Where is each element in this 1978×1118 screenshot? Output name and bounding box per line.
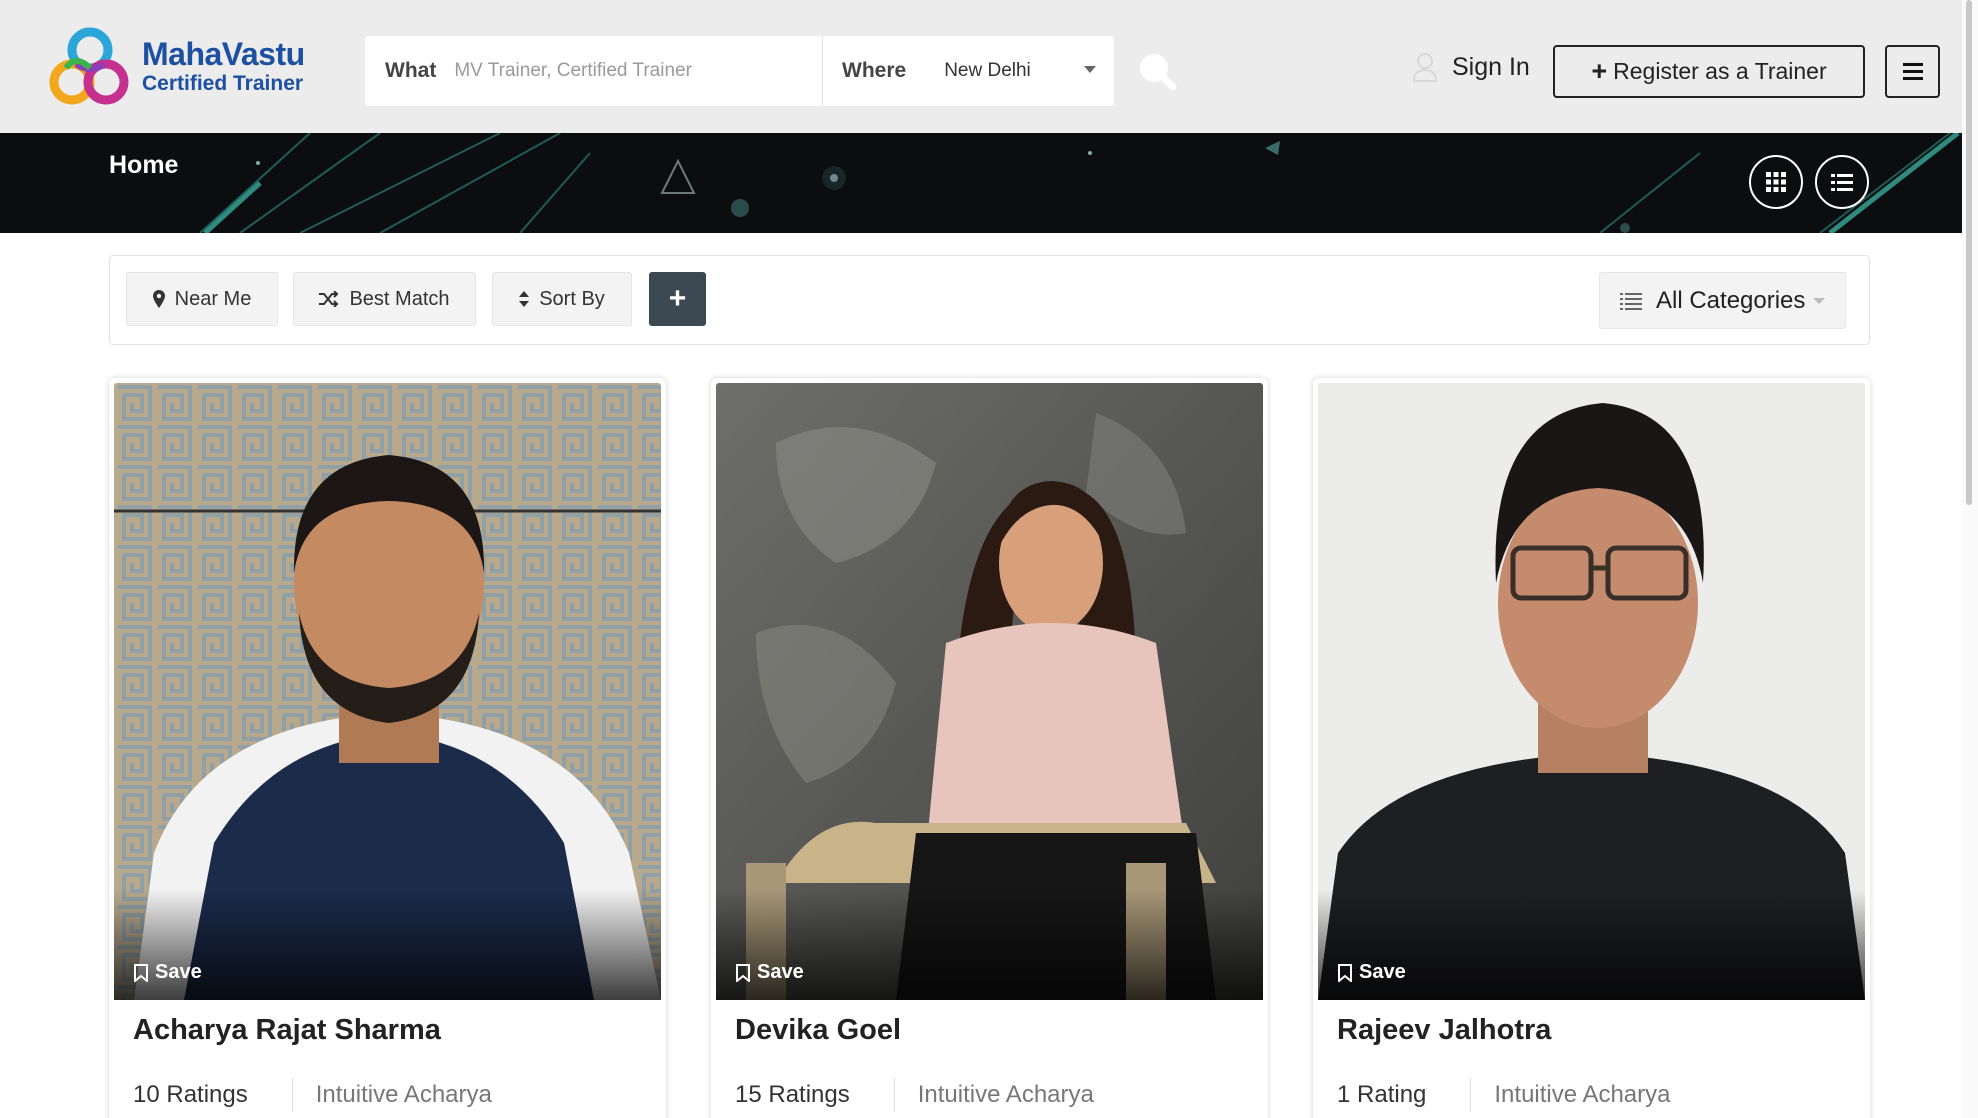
caret-down-icon (1084, 66, 1096, 73)
save-button[interactable]: Save (736, 961, 804, 984)
best-match-button[interactable]: Best Match (293, 272, 476, 326)
register-trainer-button[interactable]: + Register as a Trainer (1553, 45, 1865, 98)
plus-icon: + (668, 282, 687, 315)
bookmark-icon (1338, 963, 1352, 982)
page-banner: Home (0, 133, 1978, 233)
trainer-ratings: 15 Ratings (735, 1081, 850, 1108)
list-icon (1831, 174, 1853, 191)
save-label: Save (757, 961, 804, 983)
sort-by-button[interactable]: Sort By (492, 272, 632, 326)
where-label: Where (842, 59, 907, 82)
menu-icon (1902, 63, 1923, 66)
trainer-category: Intuitive Acharya (917, 1081, 1094, 1108)
site-logo[interactable]: MahaVastu Certified Trainer (46, 24, 305, 108)
trainer-ratings: 10 Ratings (133, 1081, 248, 1108)
trainer-card[interactable]: Save Acharya Rajat Sharma 10 Ratings Int… (109, 378, 666, 1118)
logo-title: MahaVastu (142, 36, 305, 72)
trainer-meta: 1 Rating Intuitive Acharya (1337, 1078, 1671, 1112)
trainer-name[interactable]: Rajeev Jalhotra (1337, 1014, 1551, 1047)
more-filters-button[interactable]: + (649, 272, 706, 326)
list-icon (1620, 292, 1642, 310)
trainer-name[interactable]: Acharya Rajat Sharma (133, 1014, 441, 1047)
user-icon (1412, 53, 1438, 82)
sign-in-link[interactable]: Sign In (1412, 52, 1530, 82)
trainer-photo[interactable]: Save (1318, 383, 1865, 1000)
best-match-label: Best Match (349, 287, 450, 310)
plus-icon: + (1591, 56, 1608, 86)
save-button[interactable]: Save (134, 961, 202, 984)
sort-by-label: Sort By (539, 287, 605, 310)
list-view-button[interactable] (1815, 155, 1869, 209)
trainer-category: Intuitive Acharya (1494, 1081, 1671, 1108)
grid-icon (1766, 172, 1786, 192)
search-where-section[interactable]: Where New Delhi (823, 36, 1114, 106)
breadcrumb-home[interactable]: Home (109, 151, 178, 180)
scrollbar-thumb[interactable] (1966, 0, 1972, 505)
caret-down-icon (1813, 297, 1826, 304)
shuffle-icon (319, 291, 339, 307)
save-label: Save (1359, 961, 1406, 983)
what-search-input[interactable] (454, 60, 785, 82)
save-label: Save (155, 961, 202, 983)
sort-icon (519, 291, 530, 307)
register-label: Register as a Trainer (1613, 58, 1827, 84)
near-me-button[interactable]: Near Me (126, 272, 278, 326)
trainer-name[interactable]: Devika Goel (735, 1014, 901, 1047)
meta-divider (893, 1078, 895, 1112)
meta-divider (1470, 1078, 1472, 1112)
trainer-portrait-image (114, 383, 661, 1000)
what-label: What (385, 59, 437, 82)
where-select-value[interactable]: New Delhi (944, 60, 1031, 82)
trainer-card[interactable]: Save Devika Goel 15 Ratings Intuitive Ac… (711, 378, 1268, 1118)
trainer-meta: 15 Ratings Intuitive Acharya (735, 1078, 1094, 1112)
search-bar: What Where New Delhi (365, 36, 1114, 106)
map-pin-icon (152, 290, 165, 308)
trainer-card[interactable]: Save Rajeev Jalhotra 1 Rating Intuitive … (1313, 378, 1870, 1118)
save-button[interactable]: Save (1338, 961, 1406, 984)
trainer-meta: 10 Ratings Intuitive Acharya (133, 1078, 492, 1112)
grid-view-button[interactable] (1749, 155, 1803, 209)
search-what-section: What (365, 36, 823, 106)
banner-background-art (199, 133, 1960, 233)
bookmark-icon (736, 963, 750, 982)
trainer-ratings: 1 Rating (1337, 1081, 1427, 1108)
logo-emblem-icon (49, 27, 129, 105)
trainer-category: Intuitive Acharya (315, 1081, 492, 1108)
category-select[interactable]: All Categories (1599, 272, 1846, 329)
trainer-portrait-image (716, 383, 1263, 1000)
search-icon (1140, 54, 1177, 91)
site-header: MahaVastu Certified Trainer What Where N… (0, 0, 1978, 133)
logo-subtitle: Certified Trainer (142, 72, 304, 95)
near-me-label: Near Me (174, 287, 252, 310)
category-select-value: All Categories (1656, 286, 1806, 314)
trainer-photo[interactable]: Save (716, 383, 1263, 1000)
trainer-photo[interactable]: Save (114, 383, 661, 1000)
bookmark-icon (134, 963, 148, 982)
trainer-portrait-image (1318, 383, 1865, 1000)
sign-in-label: Sign In (1452, 52, 1530, 81)
search-button[interactable] (1138, 52, 1178, 97)
filter-bar: Near Me Best Match Sort By + All Categor… (109, 255, 1870, 345)
hamburger-menu-button[interactable] (1885, 45, 1940, 98)
meta-divider (291, 1078, 293, 1112)
